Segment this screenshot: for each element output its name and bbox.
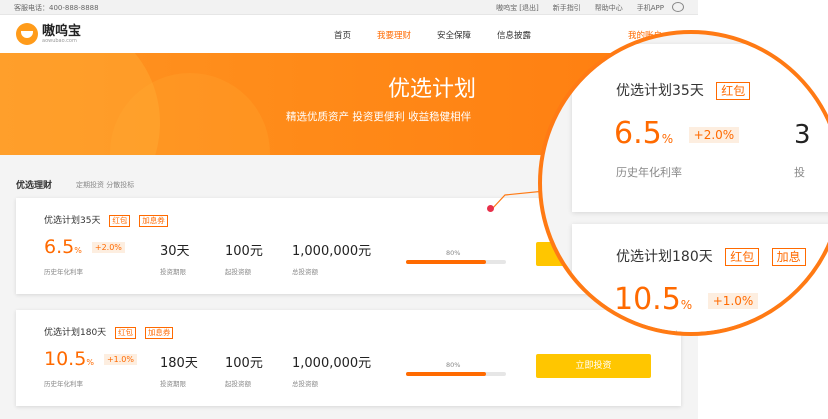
- zoomed-product-name: 优选计划180天: [616, 249, 713, 265]
- zoomed-rate-value: 10.5: [614, 282, 681, 317]
- callout-dot: [487, 205, 494, 212]
- zoomed-card: 优选计划180天 红包 加息 10.5% +1.0% 历史年化利率: [572, 224, 828, 332]
- zoomed-rate: 6.5% +2.0%: [614, 116, 740, 151]
- zoomed-rate-label: 历史年化利率: [616, 166, 682, 179]
- zoomed-tag-coupon: 加息: [771, 248, 806, 266]
- zoomed-cut-label: 投: [794, 166, 805, 179]
- zoomed-rate: 10.5% +1.0%: [614, 282, 759, 317]
- zoomed-name-row: 优选计划180天 红包 加息: [616, 246, 806, 266]
- zoomed-tag-redpacket: 红包: [725, 248, 760, 266]
- zoomed-rate-value: 6.5: [614, 116, 662, 151]
- zoomed-cut-value: 3: [794, 120, 811, 150]
- zoomed-tag: 红包: [716, 82, 751, 100]
- zoomed-product-name: 优选计划35天: [616, 83, 704, 99]
- zoomed-rate-unit: %: [680, 298, 693, 312]
- zoomed-rate-bonus: +2.0%: [688, 126, 740, 143]
- zoomed-name-row: 优选计划35天 红包: [616, 80, 751, 100]
- magnifier-callout: 优选计划35天 红包 6.5% +2.0% 历史年化利率 3 投 优选计划180…: [538, 30, 828, 336]
- zoomed-rate-bonus: +1.0%: [707, 292, 759, 309]
- zoomed-rate-unit: %: [661, 132, 674, 146]
- zoomed-card: 优选计划35天 红包 6.5% +2.0% 历史年化利率 3 投: [572, 44, 828, 212]
